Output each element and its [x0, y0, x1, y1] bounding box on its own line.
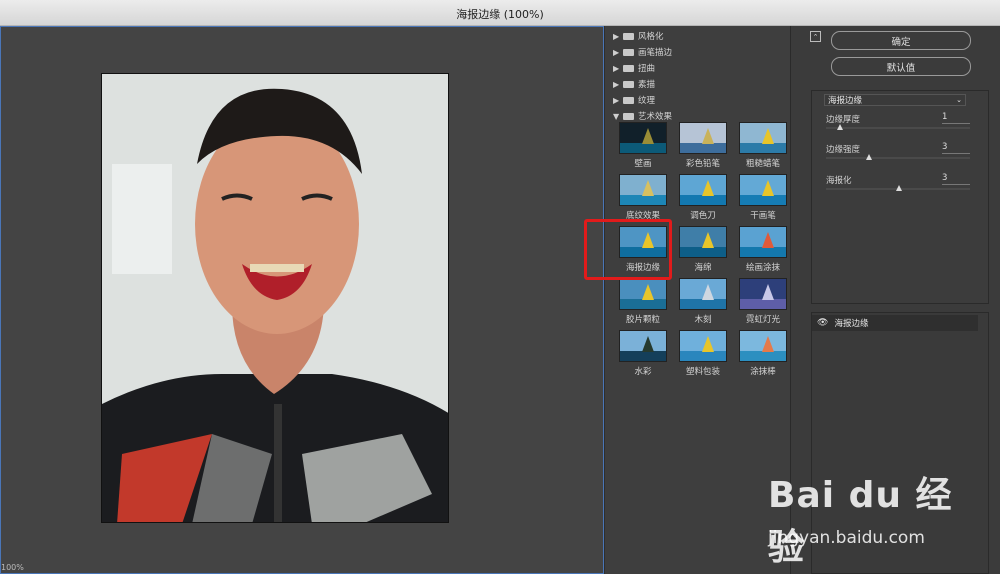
thumb-cutout[interactable]: 木刻 — [673, 278, 733, 330]
thumb-neon-glow[interactable]: 霓虹灯光 — [733, 278, 793, 330]
slider-track[interactable] — [826, 127, 970, 129]
collapse-gallery-icon[interactable]: ⌃ — [810, 31, 821, 42]
thumb-smudge-stick[interactable]: 涂抹棒 — [733, 330, 793, 382]
thumb-palette-knife[interactable]: 调色刀 — [673, 174, 733, 226]
folder-icon — [623, 96, 634, 104]
thumb-dry-brush[interactable]: 干画笔 — [733, 174, 793, 226]
collapse-arrow-icon: ▼ — [613, 111, 620, 121]
thumb-rough-pastels[interactable]: 粗糙蜡笔 — [733, 122, 793, 174]
expand-arrow-icon: ▶ — [613, 79, 620, 89]
param-edge-intensity: 边缘强度 3 — [826, 142, 970, 160]
ok-button[interactable]: 确定 — [831, 31, 971, 50]
thumb-paint-daubs[interactable]: 绘画涂抹 — [733, 226, 793, 278]
folder-icon — [623, 80, 634, 88]
category-stylize[interactable]: ▶ 风格化 — [605, 28, 790, 44]
slider-track[interactable] — [826, 157, 970, 159]
zoom-level[interactable]: 100% — [1, 563, 61, 573]
thumb-colored-pencil[interactable]: 彩色铅笔 — [673, 122, 733, 174]
title-bar: 海报边缘 (100%) — [0, 0, 1000, 26]
category-texture[interactable]: ▶ 纹理 — [605, 92, 790, 108]
expand-arrow-icon: ▶ — [613, 47, 620, 57]
category-distort[interactable]: ▶ 扭曲 — [605, 60, 790, 76]
window-title: 海报边缘 (100%) — [456, 8, 544, 21]
posterization-input[interactable]: 3 — [942, 173, 970, 185]
preview-image — [101, 73, 449, 523]
folder-icon — [623, 48, 634, 56]
param-posterization: 海报化 3 — [826, 173, 970, 191]
folder-icon — [623, 64, 634, 72]
edge-thickness-input[interactable]: 1 — [942, 112, 970, 124]
visibility-eye-icon[interactable]: 👁 — [817, 318, 828, 328]
thumb-sponge[interactable]: 海绵 — [673, 226, 733, 278]
folder-icon — [623, 32, 634, 40]
preview-area[interactable]: 100% — [0, 26, 604, 574]
expand-arrow-icon: ▶ — [613, 31, 620, 41]
slider-knob[interactable] — [866, 154, 872, 160]
baidu-watermark: Bai du 经验 jingyan.baidu.com — [760, 462, 980, 568]
thumb-watercolor[interactable]: 水彩 — [613, 330, 673, 382]
effect-layer-row[interactable]: 👁 海报边缘 — [812, 315, 978, 331]
expand-arrow-icon: ▶ — [613, 63, 620, 73]
selection-highlight-box — [584, 219, 672, 280]
edge-intensity-input[interactable]: 3 — [942, 142, 970, 154]
watermark-brand: Bai du 经验 — [768, 475, 953, 568]
chevron-down-icon: ⌄ — [956, 96, 962, 104]
folder-open-icon — [623, 112, 634, 120]
expand-arrow-icon: ▶ — [613, 95, 620, 105]
thumb-fresco[interactable]: 壁画 — [613, 122, 673, 174]
filter-params: 海报边缘 ⌄ 边缘厚度 1 边缘强度 3 海报化 3 — [811, 90, 989, 304]
slider-knob[interactable] — [837, 124, 843, 130]
category-brush-strokes[interactable]: ▶ 画笔描边 — [605, 44, 790, 60]
thumb-film-grain[interactable]: 胶片颗粒 — [613, 278, 673, 330]
watermark-url: jingyan.baidu.com — [768, 528, 925, 548]
slider-knob[interactable] — [896, 185, 902, 191]
default-button[interactable]: 默认值 — [831, 57, 971, 76]
category-sketch[interactable]: ▶ 素描 — [605, 76, 790, 92]
thumb-plastic-wrap[interactable]: 塑料包装 — [673, 330, 733, 382]
param-edge-thickness: 边缘厚度 1 — [826, 112, 970, 130]
filter-select[interactable]: 海报边缘 ⌄ — [824, 94, 966, 106]
